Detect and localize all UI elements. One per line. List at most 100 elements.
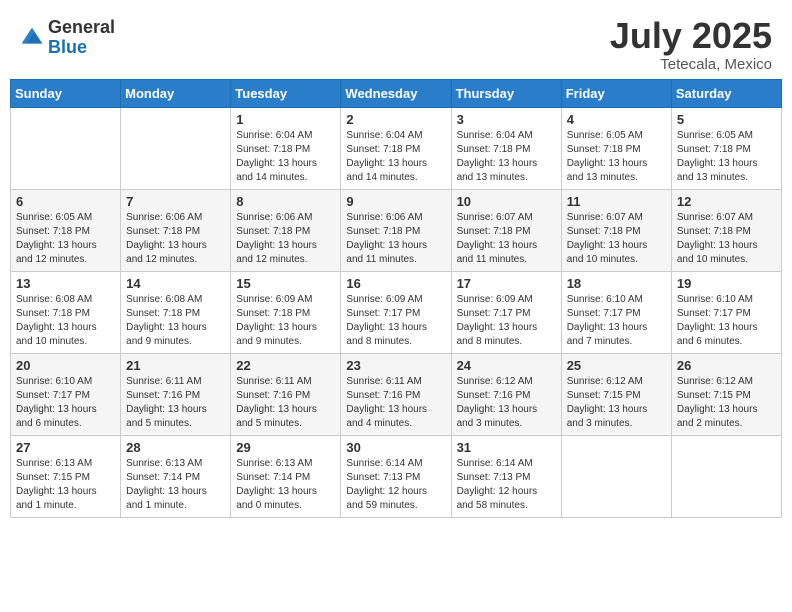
month-title: July 2025 <box>610 18 772 54</box>
day-number: 13 <box>16 276 115 291</box>
header-monday: Monday <box>121 80 231 108</box>
day-cell-1: 1Sunrise: 6:04 AM Sunset: 7:18 PM Daylig… <box>231 108 341 190</box>
day-number: 7 <box>126 194 225 209</box>
day-number: 12 <box>677 194 776 209</box>
day-info: Sunrise: 6:09 AM Sunset: 7:17 PM Dayligh… <box>457 293 556 349</box>
day-cell-14: 14Sunrise: 6:08 AM Sunset: 7:18 PM Dayli… <box>121 272 231 354</box>
day-info: Sunrise: 6:12 AM Sunset: 7:15 PM Dayligh… <box>677 375 776 431</box>
logo-icon <box>20 26 44 50</box>
day-cell-12: 12 Sunrise: 6:07 AM Sunset: 7:18 PM Dayli… <box>671 190 781 272</box>
day-number: 23 <box>346 358 445 373</box>
day-cell-15: 15 Sunrise: 6:09 AM Sunset: 7:18 PM Dayli… <box>231 272 341 354</box>
day-cell-10: 10 Sunrise: 6:07 AM Sunset: 7:18 PM Dayli… <box>451 190 561 272</box>
header-tuesday: Tuesday <box>231 80 341 108</box>
day-cell-24: 24Sunrise: 6:12 AM Sunset: 7:16 PM Dayli… <box>451 354 561 436</box>
day-cell-18: 18 Sunrise: 6:10 AM Sunset: 7:17 PM Dayli… <box>561 272 671 354</box>
day-number: 8 <box>236 194 335 209</box>
day-info: Sunrise: 6:07 AM Sunset: 7:18 PM Dayligh… <box>457 211 556 267</box>
day-cell-22: 22Sunrise: 6:11 AM Sunset: 7:16 PM Dayli… <box>231 354 341 436</box>
day-cell-27: 27 Sunrise: 6:13 AM Sunset: 7:15 PM Dayli… <box>11 436 121 518</box>
day-number: 15 <box>236 276 335 291</box>
day-number: 24 <box>457 358 556 373</box>
day-info: Sunrise: 6:13 AM Sunset: 7:14 PM Dayligh… <box>236 457 335 513</box>
day-info: Sunrise: 6:10 AM Sunset: 7:17 PM Dayligh… <box>567 293 666 349</box>
day-cell-20: 20 Sunrise: 6:10 AM Sunset: 7:17 PM Dayli… <box>11 354 121 436</box>
day-info: Sunrise: 6:06 AM Sunset: 7:18 PM Dayligh… <box>236 211 335 267</box>
day-cell-19: 19 Sunrise: 6:10 AM Sunset: 7:17 PM Dayli… <box>671 272 781 354</box>
day-info: Sunrise: 6:07 AM Sunset: 7:18 PM Dayligh… <box>677 211 776 267</box>
empty-cell <box>121 108 231 190</box>
calendar-table: SundayMondayTuesdayWednesdayThursdayFrid… <box>10 79 782 518</box>
day-number: 25 <box>567 358 666 373</box>
day-info: Sunrise: 6:04 AM Sunset: 7:18 PM Dayligh… <box>457 129 556 185</box>
day-cell-17: 17 Sunrise: 6:09 AM Sunset: 7:17 PM Dayli… <box>451 272 561 354</box>
day-info: Sunrise: 6:05 AM Sunset: 7:18 PM Dayligh… <box>567 129 666 185</box>
day-info: Sunrise: 6:05 AM Sunset: 7:18 PM Dayligh… <box>16 211 115 267</box>
day-number: 4 <box>567 112 666 127</box>
day-number: 17 <box>457 276 556 291</box>
week-row-1: 6 Sunrise: 6:05 AM Sunset: 7:18 PM Daylig… <box>11 190 782 272</box>
day-cell-7: 7 Sunrise: 6:06 AM Sunset: 7:18 PM Daylig… <box>121 190 231 272</box>
empty-cell <box>561 436 671 518</box>
day-info: Sunrise: 6:10 AM Sunset: 7:17 PM Dayligh… <box>677 293 776 349</box>
day-info: Sunrise: 6:07 AM Sunset: 7:18 PM Dayligh… <box>567 211 666 267</box>
day-cell-9: 9Sunrise: 6:06 AM Sunset: 7:18 PM Daylig… <box>341 190 451 272</box>
week-row-4: 27 Sunrise: 6:13 AM Sunset: 7:15 PM Dayli… <box>11 436 782 518</box>
day-cell-31: 31 Sunrise: 6:14 AM Sunset: 7:13 PM Dayli… <box>451 436 561 518</box>
day-cell-2: 2 Sunrise: 6:04 AM Sunset: 7:18 PM Daylig… <box>341 108 451 190</box>
day-number: 19 <box>677 276 776 291</box>
day-cell-3: 3Sunrise: 6:04 AM Sunset: 7:18 PM Daylig… <box>451 108 561 190</box>
week-row-3: 20 Sunrise: 6:10 AM Sunset: 7:17 PM Dayli… <box>11 354 782 436</box>
day-info: Sunrise: 6:06 AM Sunset: 7:18 PM Dayligh… <box>126 211 225 267</box>
day-number: 31 <box>457 440 556 455</box>
empty-cell <box>671 436 781 518</box>
day-info: Sunrise: 6:10 AM Sunset: 7:17 PM Dayligh… <box>16 375 115 431</box>
header-sunday: Sunday <box>11 80 121 108</box>
day-info: Sunrise: 6:11 AM Sunset: 7:16 PM Dayligh… <box>126 375 225 431</box>
day-info: Sunrise: 6:04 AM Sunset: 7:18 PM Dayligh… <box>236 129 335 185</box>
header-saturday: Saturday <box>671 80 781 108</box>
day-info: Sunrise: 6:14 AM Sunset: 7:13 PM Dayligh… <box>346 457 445 513</box>
day-cell-5: 5 Sunrise: 6:05 AM Sunset: 7:18 PM Daylig… <box>671 108 781 190</box>
day-info: Sunrise: 6:14 AM Sunset: 7:13 PM Dayligh… <box>457 457 556 513</box>
day-cell-30: 30Sunrise: 6:14 AM Sunset: 7:13 PM Dayli… <box>341 436 451 518</box>
location: Tetecala, Mexico <box>610 56 772 73</box>
day-cell-28: 28Sunrise: 6:13 AM Sunset: 7:14 PM Dayli… <box>121 436 231 518</box>
day-number: 10 <box>457 194 556 209</box>
day-number: 5 <box>677 112 776 127</box>
day-info: Sunrise: 6:05 AM Sunset: 7:18 PM Dayligh… <box>677 129 776 185</box>
logo-text: General Blue <box>48 18 115 58</box>
day-number: 14 <box>126 276 225 291</box>
logo-general: General <box>48 18 115 38</box>
day-cell-11: 11Sunrise: 6:07 AM Sunset: 7:18 PM Dayli… <box>561 190 671 272</box>
empty-cell <box>11 108 121 190</box>
day-number: 20 <box>16 358 115 373</box>
day-cell-13: 13 Sunrise: 6:08 AM Sunset: 7:18 PM Dayli… <box>11 272 121 354</box>
day-info: Sunrise: 6:13 AM Sunset: 7:15 PM Dayligh… <box>16 457 115 513</box>
day-cell-25: 25Sunrise: 6:12 AM Sunset: 7:15 PM Dayli… <box>561 354 671 436</box>
day-cell-21: 21 Sunrise: 6:11 AM Sunset: 7:16 PM Dayli… <box>121 354 231 436</box>
day-info: Sunrise: 6:06 AM Sunset: 7:18 PM Dayligh… <box>346 211 445 267</box>
calendar-header-row: SundayMondayTuesdayWednesdayThursdayFrid… <box>11 80 782 108</box>
day-number: 6 <box>16 194 115 209</box>
day-info: Sunrise: 6:04 AM Sunset: 7:18 PM Dayligh… <box>346 129 445 185</box>
day-number: 26 <box>677 358 776 373</box>
page-header: General Blue July 2025 Tetecala, Mexico <box>10 10 782 79</box>
day-cell-8: 8 Sunrise: 6:06 AM Sunset: 7:18 PM Daylig… <box>231 190 341 272</box>
header-wednesday: Wednesday <box>341 80 451 108</box>
day-number: 28 <box>126 440 225 455</box>
day-info: Sunrise: 6:09 AM Sunset: 7:18 PM Dayligh… <box>236 293 335 349</box>
day-number: 18 <box>567 276 666 291</box>
day-number: 27 <box>16 440 115 455</box>
day-info: Sunrise: 6:09 AM Sunset: 7:17 PM Dayligh… <box>346 293 445 349</box>
day-number: 2 <box>346 112 445 127</box>
week-row-2: 13 Sunrise: 6:08 AM Sunset: 7:18 PM Dayli… <box>11 272 782 354</box>
header-friday: Friday <box>561 80 671 108</box>
day-number: 21 <box>126 358 225 373</box>
day-info: Sunrise: 6:11 AM Sunset: 7:16 PM Dayligh… <box>236 375 335 431</box>
logo: General Blue <box>20 18 115 58</box>
day-info: Sunrise: 6:11 AM Sunset: 7:16 PM Dayligh… <box>346 375 445 431</box>
day-cell-6: 6 Sunrise: 6:05 AM Sunset: 7:18 PM Daylig… <box>11 190 121 272</box>
title-block: July 2025 Tetecala, Mexico <box>610 18 772 73</box>
day-info: Sunrise: 6:08 AM Sunset: 7:18 PM Dayligh… <box>16 293 115 349</box>
